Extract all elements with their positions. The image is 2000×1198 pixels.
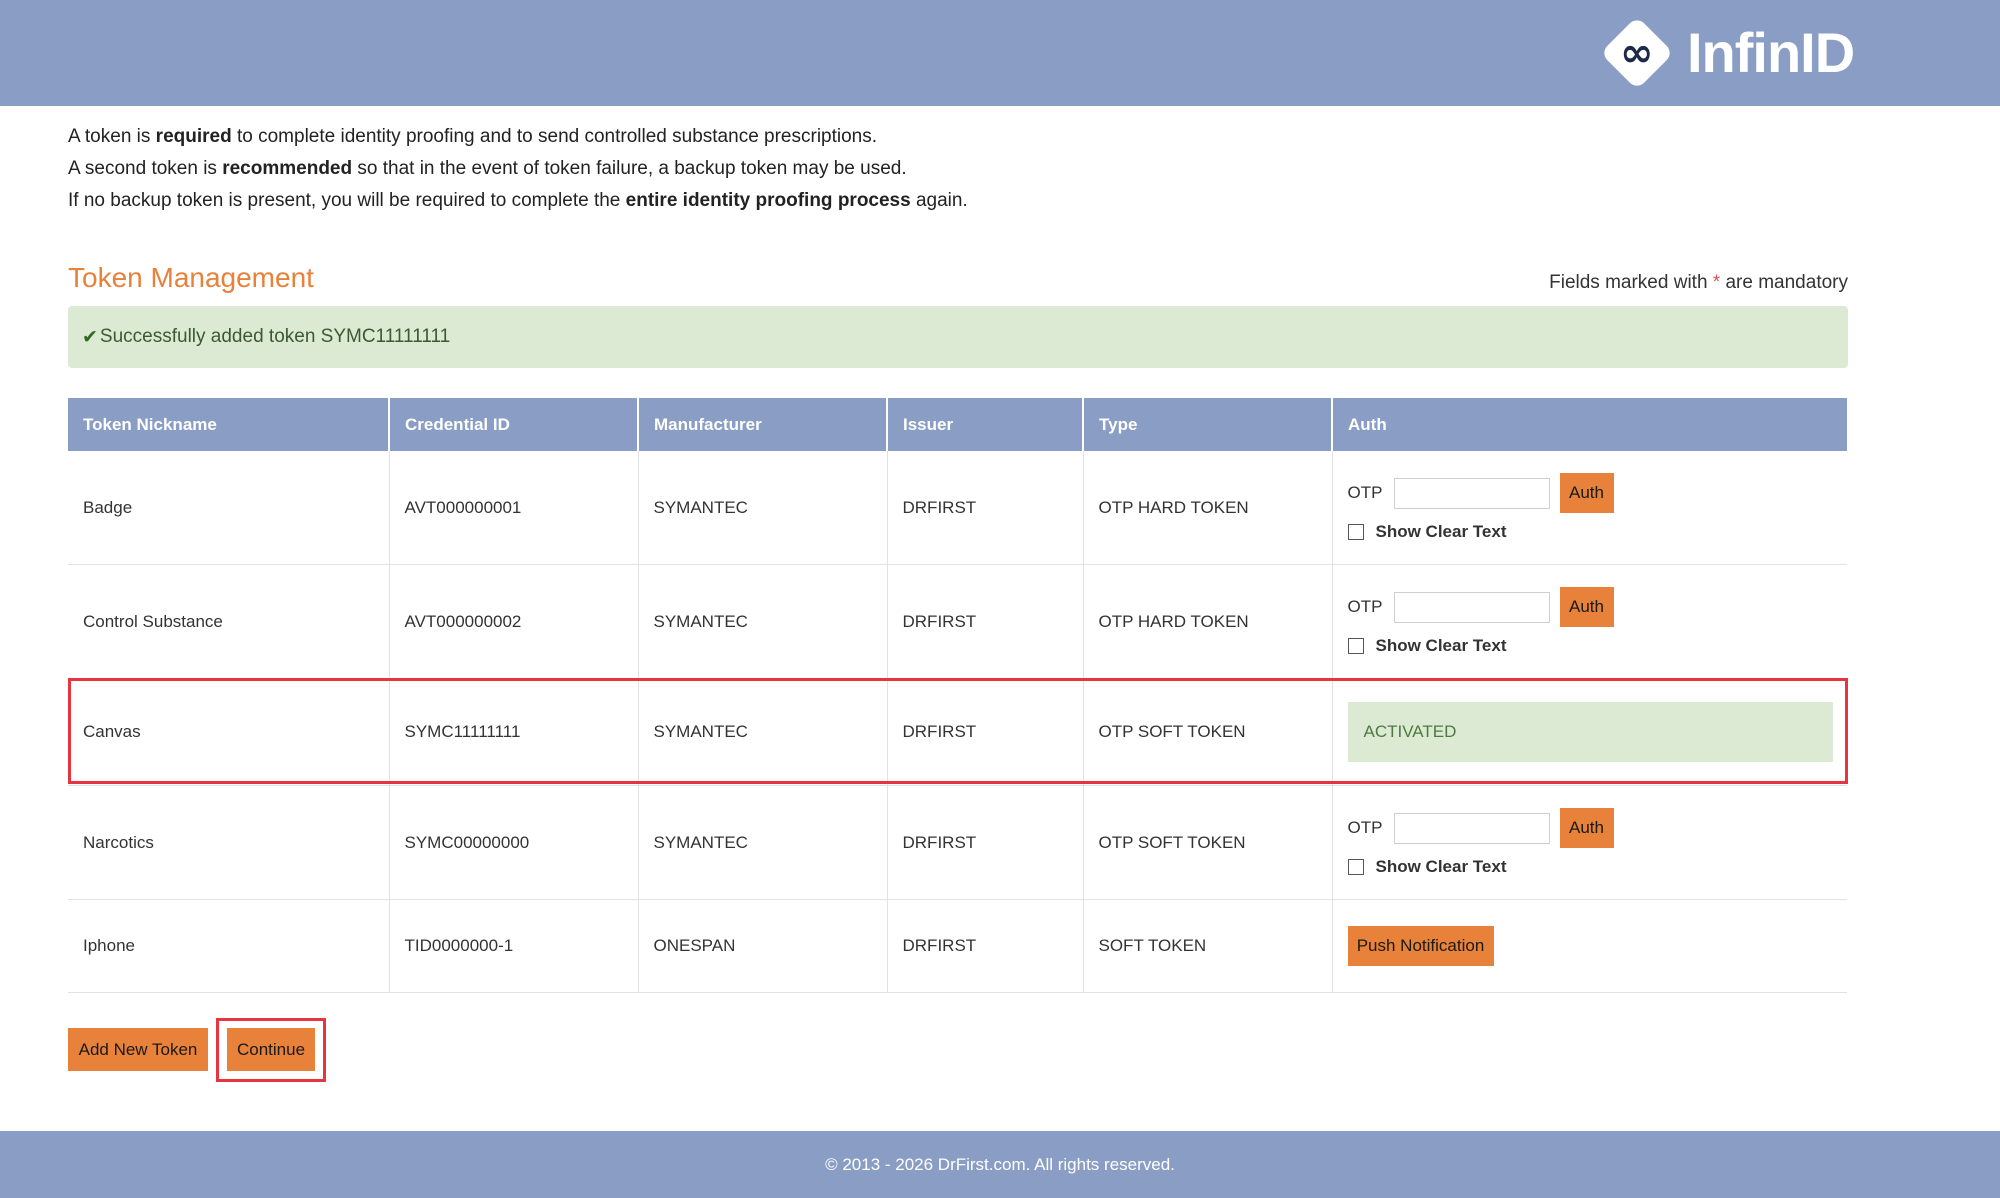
continue-button[interactable]: Continue	[227, 1028, 315, 1071]
cell-nickname: Badge	[68, 451, 389, 565]
intro-line-1: A token is required to complete identity…	[68, 126, 878, 147]
otp-label: OTP	[1347, 818, 1383, 837]
intro-text: A token is required to complete identity…	[68, 121, 968, 217]
table-row-activated: Canvas SYMC11111111 SYMANTEC DRFIRST OTP…	[68, 678, 1847, 786]
page-footer: © 2013 - 2026 DrFirst.com. All rights re…	[0, 1131, 2000, 1198]
cell-auth: Push Notification	[1331, 899, 1847, 993]
add-new-token-button[interactable]: Add New Token	[68, 1028, 208, 1071]
mandatory-note: Fields marked with * are mandatory	[1549, 272, 1848, 293]
logo-text: InfinID	[1687, 21, 1855, 84]
cell-manufacturer: SYMANTEC	[637, 451, 887, 565]
otp-input[interactable]	[1393, 591, 1550, 623]
otp-input[interactable]	[1393, 812, 1550, 844]
infinity-icon: ∞	[1600, 16, 1674, 90]
cell-auth: OTP Auth Show Clear Text	[1331, 451, 1847, 565]
cell-issuer: DRFIRST	[886, 564, 1083, 679]
cell-credential-id: AVT000000001	[388, 451, 638, 565]
cell-credential-id: SYMC11111111	[388, 678, 638, 786]
cell-type: OTP HARD TOKEN	[1082, 451, 1332, 565]
cell-nickname: Iphone	[68, 899, 389, 993]
activated-status: ACTIVATED	[1347, 702, 1833, 762]
col-header-issuer: Issuer	[886, 398, 1083, 451]
table-header-row: Token Nickname Credential ID Manufacture…	[68, 398, 1847, 451]
cell-issuer: DRFIRST	[886, 785, 1083, 900]
cell-nickname: Control Substance	[68, 564, 389, 679]
cell-credential-id: TID0000000-1	[388, 899, 638, 993]
success-alert: ✔ Successfully added token SYMC11111111	[68, 306, 1848, 368]
cell-manufacturer: SYMANTEC	[637, 678, 887, 786]
cell-issuer: DRFIRST	[886, 899, 1083, 993]
checkmark-icon: ✔	[82, 326, 98, 348]
cell-nickname: Canvas	[68, 678, 389, 786]
col-header-manufacturer: Manufacturer	[637, 398, 887, 451]
cell-issuer: DRFIRST	[886, 451, 1083, 565]
auth-button[interactable]: Auth	[1559, 473, 1614, 513]
show-clear-text-label[interactable]: Show Clear Text	[1376, 857, 1507, 877]
show-clear-text-checkbox[interactable]	[1347, 638, 1364, 654]
alert-message: Successfully added token SYMC11111111	[99, 326, 451, 347]
table-row: Iphone TID0000000-1 ONESPAN DRFIRST SOFT…	[68, 899, 1847, 993]
show-clear-text-checkbox[interactable]	[1347, 859, 1364, 875]
col-header-type: Type	[1082, 398, 1332, 451]
cell-manufacturer: ONESPAN	[637, 899, 887, 993]
show-clear-text-label[interactable]: Show Clear Text	[1376, 522, 1507, 542]
otp-input[interactable]	[1393, 477, 1550, 509]
col-header-nickname: Token Nickname	[68, 398, 389, 451]
cell-manufacturer: SYMANTEC	[637, 564, 887, 679]
copyright-text: © 2013 - 2026 DrFirst.com. All rights re…	[825, 1154, 1175, 1174]
page-header: ∞ InfinID	[0, 0, 2000, 106]
cell-nickname: Narcotics	[68, 785, 389, 900]
intro-line-2: A second token is recommended so that in…	[68, 158, 907, 179]
cell-type: OTP HARD TOKEN	[1082, 564, 1332, 679]
cell-issuer: DRFIRST	[886, 678, 1083, 786]
auth-button[interactable]: Auth	[1559, 808, 1614, 848]
cell-type: OTP SOFT TOKEN	[1082, 678, 1332, 786]
col-header-auth: Auth	[1331, 398, 1847, 451]
cell-type: SOFT TOKEN	[1082, 899, 1332, 993]
cell-credential-id: AVT000000002	[388, 564, 638, 679]
otp-label: OTP	[1347, 597, 1383, 616]
col-header-credential-id: Credential ID	[388, 398, 638, 451]
cell-type: OTP SOFT TOKEN	[1082, 785, 1332, 900]
show-clear-text-label[interactable]: Show Clear Text	[1376, 636, 1507, 656]
cell-credential-id: SYMC00000000	[388, 785, 638, 900]
cell-auth: ACTIVATED	[1331, 678, 1847, 786]
cell-auth: OTP Auth Show Clear Text	[1331, 564, 1847, 679]
table-row: Control Substance AVT000000002 SYMANTEC …	[68, 564, 1847, 679]
token-table: Token Nickname Credential ID Manufacture…	[68, 398, 1847, 993]
cell-auth: OTP Auth Show Clear Text	[1331, 785, 1847, 900]
section-title: Token Management	[68, 262, 314, 293]
infinid-logo[interactable]: ∞ InfinID	[1600, 16, 1855, 90]
intro-line-3: If no backup token is present, you will …	[68, 190, 968, 211]
cell-manufacturer: SYMANTEC	[637, 785, 887, 900]
push-notification-button[interactable]: Push Notification	[1347, 926, 1494, 966]
show-clear-text-checkbox[interactable]	[1347, 524, 1364, 540]
highlight-box-continue: Continue	[216, 1018, 326, 1082]
table-row: Narcotics SYMC00000000 SYMANTEC DRFIRST …	[68, 785, 1847, 900]
auth-button[interactable]: Auth	[1559, 587, 1614, 627]
otp-label: OTP	[1347, 483, 1383, 502]
table-row: Badge AVT000000001 SYMANTEC DRFIRST OTP …	[68, 451, 1847, 565]
